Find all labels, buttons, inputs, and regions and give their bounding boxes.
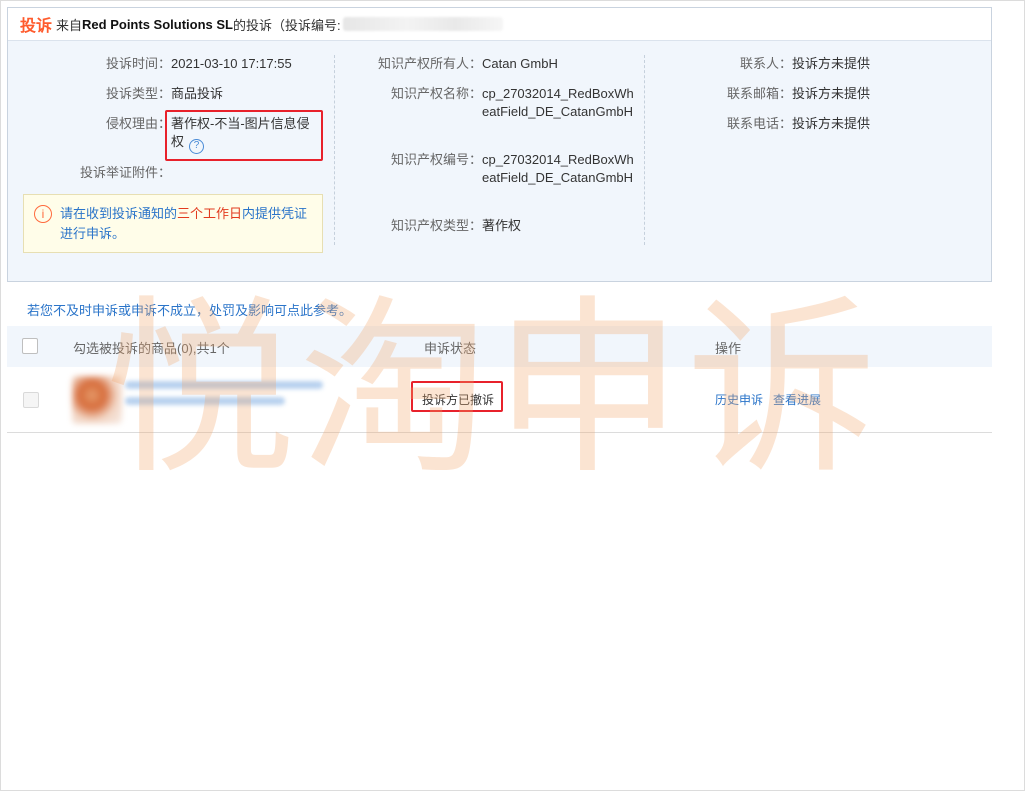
- product-thumbnail: [72, 376, 122, 424]
- notice-text-before: 请在收到投诉通知的: [60, 206, 178, 221]
- detail-label: 知识产权类型：: [390, 218, 482, 233]
- detail-row-ip-name: 知识产权名称： cp_27032014_RedBoxWheatField_DE_…: [338, 85, 634, 121]
- product-title-redacted: [125, 381, 323, 389]
- detail-label: 联系人：: [739, 56, 792, 71]
- product-title-redacted-line2: [125, 397, 285, 405]
- detail-row-attachment: 投诉举证附件：: [8, 164, 171, 182]
- table-row: 投诉方已撤诉 历史申诉 查看进展: [7, 367, 992, 433]
- ip-type-value: 著作权: [482, 218, 522, 233]
- ip-owner-value: Catan GmbH: [482, 56, 558, 71]
- ip-name-value: cp_27032014_RedBoxWheatField_DE_CatanGmb…: [482, 86, 634, 119]
- complaint-id-redacted: [342, 17, 503, 31]
- appeal-deadline-notice: i 请在收到投诉通知的三个工作日内提供凭证进行申诉。: [23, 194, 323, 253]
- detail-row-contact: 联系人： 投诉方未提供: [648, 55, 870, 73]
- column-header-actions: 操作: [715, 341, 742, 356]
- detail-row-ip-type: 知识产权类型： 著作权: [338, 217, 634, 235]
- penalty-reference-link[interactable]: 若您不及时申诉或申诉不成立，处罚及影响可点此参考。: [27, 300, 352, 319]
- header-from-text: 来自: [56, 17, 83, 33]
- view-progress-link[interactable]: 查看进展: [773, 391, 821, 408]
- column-header-product: 勾选被投诉的商品(0),共1个: [73, 341, 230, 356]
- contact-value: 投诉方未提供: [792, 56, 871, 71]
- header-suffix-text: 的投诉（投诉编号:: [232, 17, 341, 33]
- detail-label: 联系电话：: [726, 116, 792, 131]
- complaint-panel: 投诉 来自 Red Points Solutions SL 的投诉（投诉编号: …: [7, 7, 992, 282]
- complaint-time-value: 2021-03-10 17:17:55: [171, 56, 292, 71]
- highlight-box-reason: [165, 110, 323, 161]
- complaint-type-value: 商品投诉: [171, 86, 224, 101]
- page-title: 投诉: [20, 18, 53, 35]
- detail-label: 投诉举证附件：: [79, 165, 171, 180]
- history-appeal-link[interactable]: 历史申诉: [715, 391, 763, 408]
- column-divider: [334, 55, 335, 245]
- phone-value: 投诉方未提供: [792, 116, 871, 131]
- notice-deadline: 三个工作日: [177, 206, 243, 221]
- complainant-name: Red Points Solutions SL: [82, 16, 233, 32]
- highlight-box-status: [411, 381, 503, 412]
- detail-row-phone: 联系电话： 投诉方未提供: [648, 115, 870, 133]
- detail-label: 投诉时间：: [105, 56, 171, 71]
- panel-header: 投诉 来自 Red Points Solutions SL 的投诉（投诉编号:: [8, 8, 991, 41]
- email-value: 投诉方未提供: [792, 86, 871, 101]
- select-all-checkbox[interactable]: [22, 338, 38, 354]
- detail-label: 知识产权编号：: [390, 152, 482, 167]
- row-checkbox[interactable]: [23, 392, 39, 408]
- info-circle-icon: i: [34, 205, 52, 223]
- detail-row-type: 投诉类型： 商品投诉: [8, 85, 223, 103]
- detail-label: 知识产权名称：: [390, 86, 482, 101]
- ip-number-value: cp_27032014_RedBoxWheatField_DE_CatanGmb…: [482, 152, 634, 185]
- detail-label: 侵权理由：: [105, 116, 171, 131]
- detail-row-email: 联系邮箱： 投诉方未提供: [648, 85, 870, 103]
- detail-row-ip-number: 知识产权编号： cp_27032014_RedBoxWheatField_DE_…: [338, 151, 634, 187]
- table-header: 勾选被投诉的商品(0),共1个 申诉状态 操作: [7, 326, 992, 367]
- detail-row-ip-owner: 知识产权所有人： Catan GmbH: [338, 55, 634, 73]
- detail-label: 知识产权所有人：: [377, 56, 482, 71]
- detail-row-time: 投诉时间： 2021-03-10 17:17:55: [8, 55, 292, 73]
- column-header-status: 申诉状态: [424, 341, 477, 356]
- detail-label: 投诉类型：: [105, 86, 171, 101]
- column-divider: [644, 55, 645, 245]
- detail-label: 联系邮箱：: [726, 86, 792, 101]
- notice-text: 请在收到投诉通知的三个工作日内提供凭证进行申诉。: [60, 204, 312, 244]
